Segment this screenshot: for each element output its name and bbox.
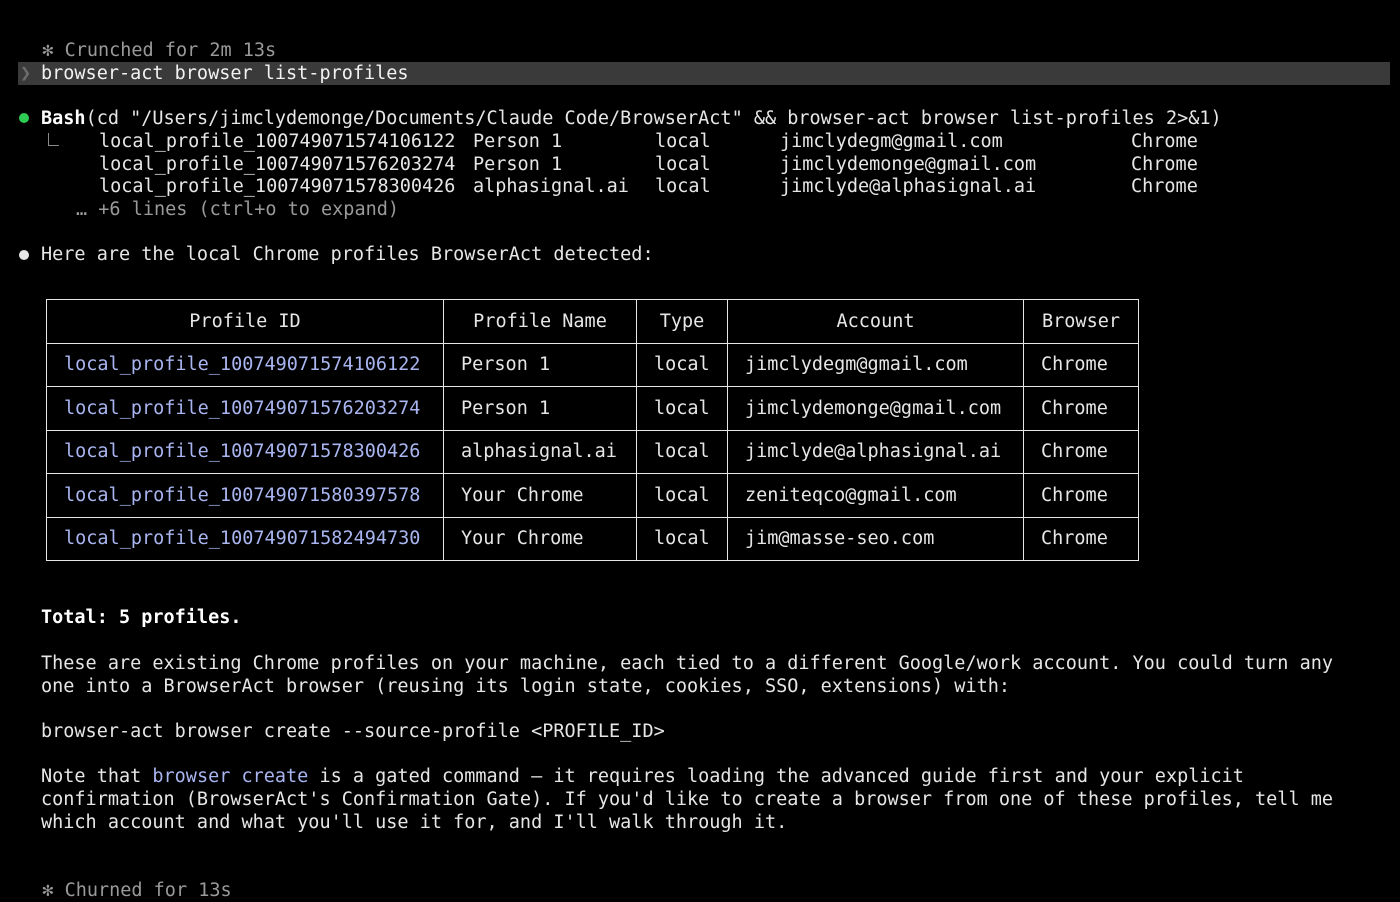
prompt-chevron-icon: ❯ [20, 63, 32, 84]
output-profile-name: Person 1 [473, 154, 563, 175]
inline-code: browser create [152, 766, 309, 787]
paragraph-line: one into a BrowserAct browser (reusing i… [41, 676, 1011, 697]
profile-name-cell: Person 1 [443, 386, 637, 431]
status-line-bottom: ✻ Churned for 13s [20, 856, 232, 902]
header-account: Account [727, 299, 1024, 344]
table-row: local_profile_100749071578300426 alphasi… [46, 429, 1139, 474]
status-text: Churned for 13s [64, 880, 232, 901]
output-type: local [655, 131, 711, 152]
table-header-row: Profile ID Profile Name Type Account Bro… [46, 299, 1139, 344]
output-type: local [655, 154, 711, 175]
paragraph-line: These are existing Chrome profiles on yo… [41, 653, 1334, 674]
profile-id-cell: local_profile_100749071580397578 [46, 473, 444, 518]
output-profile-id: local_profile_100749071578300426 [99, 176, 456, 197]
account-cell: jimclydegm@gmail.com [727, 342, 1024, 387]
output-account: jimclydegm@gmail.com [780, 131, 1003, 152]
profile-id-cell: local_profile_100749071578300426 [46, 429, 444, 474]
response-intro: Here are the local Chrome profiles Brows… [41, 244, 654, 265]
browser-cell: Chrome [1023, 429, 1139, 474]
browser-cell: Chrome [1023, 342, 1139, 387]
output-profile-id: local_profile_100749071574106122 [99, 131, 456, 152]
account-cell: jimclydemonge@gmail.com [727, 386, 1024, 431]
expand-output-link[interactable]: … +6 lines (ctrl+o to expand) [76, 198, 399, 221]
output-account: jimclydemonge@gmail.com [780, 154, 1037, 175]
header-type: Type [636, 299, 728, 344]
profile-name-cell: Your Chrome [443, 473, 637, 518]
profile-id-cell: local_profile_100749071582494730 [46, 516, 444, 561]
output-profile-name: alphasignal.ai [473, 176, 629, 197]
browser-cell: Chrome [1023, 473, 1139, 518]
output-profile-id: local_profile_100749071576203274 [99, 154, 456, 175]
account-cell: jim@masse-seo.com [727, 516, 1024, 561]
output-account: jimclyde@alphasignal.ai [780, 176, 1037, 197]
bash-output-row: local_profile_100749071574106122 Person … [0, 130, 1400, 153]
note-line: Note that browser create is a gated comm… [41, 765, 1244, 788]
success-dot-icon [19, 113, 29, 123]
profile-name-cell: Person 1 [443, 342, 637, 387]
table-row: local_profile_100749071580397578 Your Ch… [46, 473, 1139, 518]
table-row: local_profile_100749071576203274 Person … [46, 386, 1139, 431]
type-cell: local [636, 386, 728, 431]
note-line: confirmation (BrowserAct's Confirmation … [41, 789, 1334, 810]
header-profile-id: Profile ID [46, 299, 444, 344]
account-cell: jimclyde@alphasignal.ai [727, 429, 1024, 474]
header-profile-name: Profile Name [443, 299, 637, 344]
output-profile-name: Person 1 [473, 131, 563, 152]
output-browser: Chrome [1131, 176, 1198, 197]
type-cell: local [636, 342, 728, 387]
output-browser: Chrome [1131, 131, 1198, 152]
response-bullet-icon [19, 250, 29, 260]
profile-name-cell: Your Chrome [443, 516, 637, 561]
browser-cell: Chrome [1023, 516, 1139, 561]
status-text: Crunched for 2m 13s [64, 40, 277, 61]
output-browser: Chrome [1131, 154, 1198, 175]
profile-id-cell: local_profile_100749071576203274 [46, 386, 444, 431]
bash-label: Bash [41, 108, 86, 129]
header-browser: Browser [1023, 299, 1139, 344]
account-cell: zeniteqco@gmail.com [727, 473, 1024, 518]
note-rest: is a gated command — it requires loading… [308, 766, 1244, 787]
type-cell: local [636, 473, 728, 518]
command-example: browser-act browser create --source-prof… [41, 721, 665, 742]
asterisk-icon: ✻ [42, 880, 54, 901]
status-line-top: ✻ Crunched for 2m 13s [20, 16, 276, 62]
note-prefix: Note that [41, 766, 153, 787]
profiles-table: Profile ID Profile Name Type Account Bro… [46, 299, 1139, 561]
total-summary: Total: 5 profiles. [41, 607, 242, 628]
profile-name-cell: alphasignal.ai [443, 429, 637, 474]
bash-output-row: local_profile_100749071578300426 alphasi… [0, 175, 1400, 198]
output-type: local [655, 176, 711, 197]
table-row: local_profile_100749071582494730 Your Ch… [46, 516, 1139, 561]
asterisk-icon: ✻ [42, 40, 54, 61]
bash-output-row: local_profile_100749071576203274 Person … [0, 153, 1400, 176]
browser-cell: Chrome [1023, 386, 1139, 431]
profile-id-cell: local_profile_100749071574106122 [46, 342, 444, 387]
type-cell: local [636, 516, 728, 561]
table-row: local_profile_100749071574106122 Person … [46, 342, 1139, 387]
bash-call-line: Bash(cd "/Users/jimclydemonge/Documents/… [41, 107, 1222, 130]
bash-command: (cd "/Users/jimclydemonge/Documents/Clau… [85, 108, 1222, 129]
note-line: which account and what you'll use it for… [41, 812, 788, 833]
type-cell: local [636, 429, 728, 474]
prompt-command[interactable]: browser-act browser list-profiles [41, 62, 409, 85]
